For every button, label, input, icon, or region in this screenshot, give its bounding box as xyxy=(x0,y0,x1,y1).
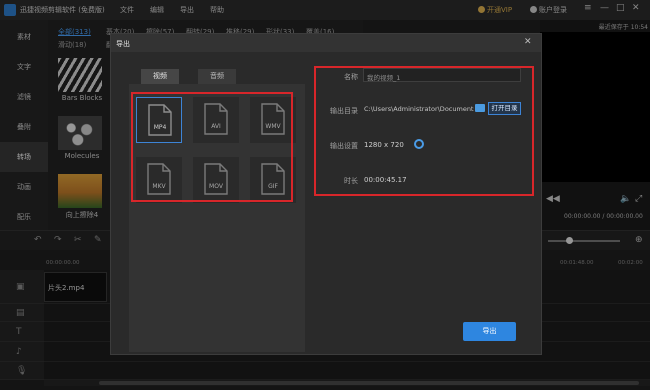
name-label: 名称 xyxy=(344,73,358,81)
output-settings-label: 输出设置 xyxy=(330,142,358,150)
gear-icon[interactable] xyxy=(414,139,424,149)
output-dir-path[interactable]: C:\Users\Administrator\Documents xyxy=(364,105,474,113)
open-dir-button[interactable]: 打开目录 xyxy=(488,102,521,115)
name-input[interactable]: 我的视频_1 xyxy=(363,68,521,82)
dialog-header: 导出 ✕ xyxy=(111,34,541,52)
duration-label: 时长 xyxy=(344,177,358,185)
folder-icon[interactable] xyxy=(475,104,485,112)
export-dialog: 导出 ✕ 视频 音频 MP4 AVI WMV MKV MOV GIF 名称 我的… xyxy=(110,33,542,355)
output-settings-value: 1280 x 720 xyxy=(364,141,404,149)
close-icon[interactable]: ✕ xyxy=(524,37,532,47)
format-highlight-box xyxy=(131,92,293,202)
tab-audio[interactable]: 音频 xyxy=(198,69,236,84)
output-dir-label: 输出目录 xyxy=(330,107,358,115)
name-input-value: 我的视频_1 xyxy=(367,74,401,82)
export-button[interactable]: 导出 xyxy=(463,322,516,341)
duration-value: 00:00:45.17 xyxy=(364,176,407,184)
dialog-title: 导出 xyxy=(116,40,130,48)
tab-video[interactable]: 视频 xyxy=(141,69,179,84)
